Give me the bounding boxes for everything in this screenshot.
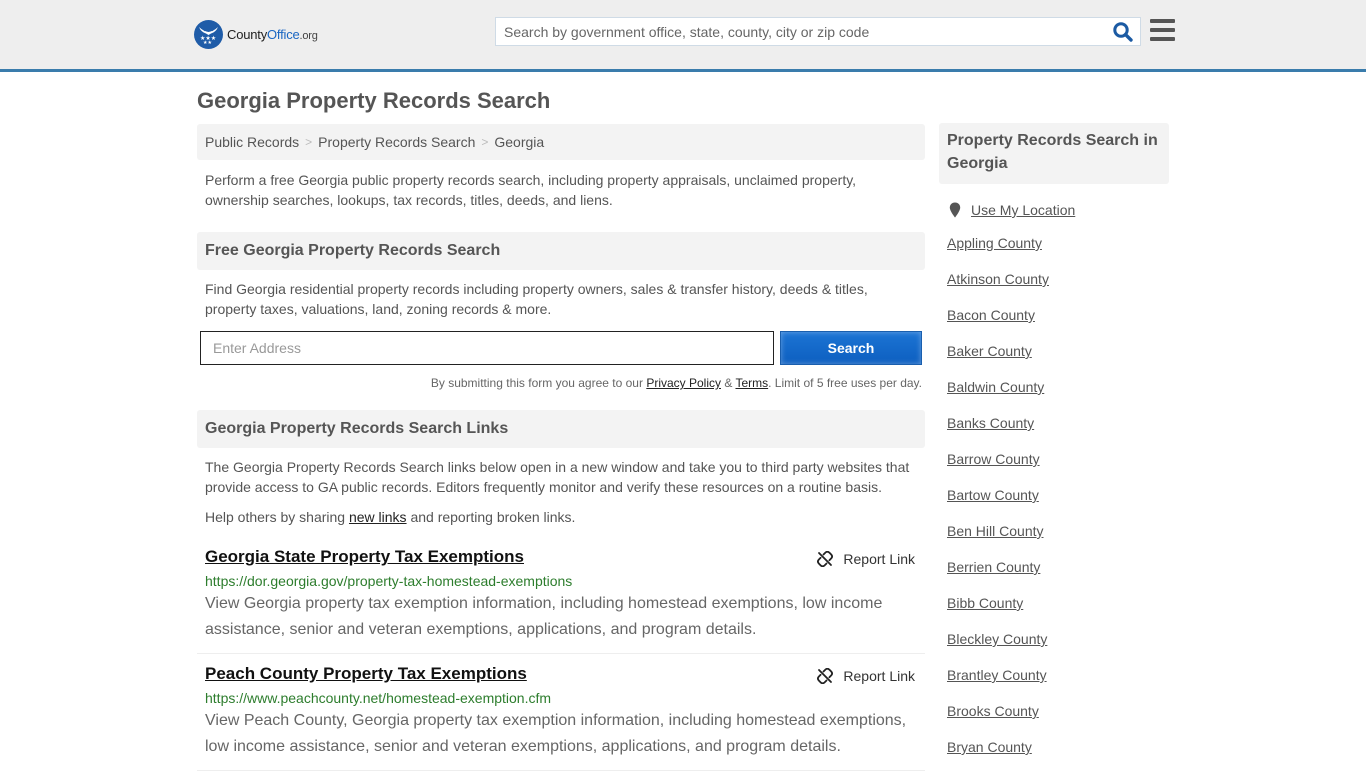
breadcrumb-separator: >	[305, 135, 313, 149]
new-links-link[interactable]: new links	[349, 509, 407, 525]
resource-link-description: View Peach County, Georgia property tax …	[205, 712, 907, 755]
list-item: Baldwin County	[947, 379, 1169, 415]
site-search-input[interactable]	[496, 18, 1106, 45]
report-link-button[interactable]: Report Link	[817, 551, 915, 567]
resource-link-url[interactable]: https://www.peachcounty.net/homestead-ex…	[205, 690, 917, 706]
county-link[interactable]: Brooks County	[947, 703, 1039, 719]
resource-link-title[interactable]: Georgia State Property Tax Exemptions	[205, 547, 524, 567]
map-pin-icon	[949, 202, 961, 218]
logo-eagle-icon: ★★★ ★★	[194, 20, 223, 49]
page-title: Georgia Property Records Search	[197, 88, 551, 113]
county-link[interactable]: Bibb County	[947, 595, 1023, 611]
county-link[interactable]: Bartow County	[947, 487, 1039, 503]
logo-link[interactable]: ★★★ ★★ CountyOffice.org	[194, 20, 318, 49]
help-text: Help others by sharing new links and rep…	[205, 509, 576, 525]
resource-link-card: Georgia State Property Tax Exemptions Re…	[197, 547, 925, 654]
county-link[interactable]: Appling County	[947, 235, 1042, 251]
site-header: ★★★ ★★ CountyOffice.org	[0, 0, 1366, 72]
broken-link-icon	[817, 551, 834, 567]
list-item: Banks County	[947, 415, 1169, 451]
main-content: Public Records > Property Records Search…	[197, 124, 925, 771]
report-link-button[interactable]: Report Link	[817, 668, 915, 684]
list-item: Bibb County	[947, 595, 1169, 631]
intro-text: Perform a free Georgia public property r…	[205, 172, 857, 208]
logo-wordmark: CountyOffice.org	[227, 27, 318, 42]
list-item: Bryan County	[947, 739, 1169, 775]
free-search-description: Find Georgia residential property record…	[205, 281, 868, 317]
use-location-row: Use My Location	[939, 202, 1169, 218]
site-search-bar	[495, 17, 1141, 46]
svg-text:★★: ★★	[203, 40, 212, 44]
county-link[interactable]: Bleckley County	[947, 631, 1047, 647]
sidebar-heading: Property Records Search in Georgia	[939, 123, 1169, 184]
address-search-form: Search	[197, 331, 925, 367]
county-link[interactable]: Bryan County	[947, 739, 1032, 755]
breadcrumb-georgia[interactable]: Georgia	[494, 134, 544, 150]
links-section-description: The Georgia Property Records Search link…	[205, 459, 910, 495]
resource-link-url[interactable]: https://dor.georgia.gov/property-tax-hom…	[205, 573, 917, 589]
resource-link-title[interactable]: Peach County Property Tax Exemptions	[205, 664, 527, 684]
breadcrumb-property-records-search[interactable]: Property Records Search	[318, 134, 475, 150]
form-disclaimer: By submitting this form you agree to our…	[430, 376, 922, 390]
county-link[interactable]: Berrien County	[947, 559, 1040, 575]
breadcrumb: Public Records > Property Records Search…	[197, 124, 925, 160]
county-link[interactable]: Baldwin County	[947, 379, 1044, 395]
resource-link-description: View Georgia property tax exemption info…	[205, 595, 883, 638]
county-link[interactable]: Barrow County	[947, 451, 1040, 467]
county-link[interactable]: Ben Hill County	[947, 523, 1044, 539]
county-link[interactable]: Brantley County	[947, 667, 1047, 683]
list-item: Ben Hill County	[947, 523, 1169, 559]
terms-link[interactable]: Terms	[735, 376, 768, 390]
privacy-policy-link[interactable]: Privacy Policy	[646, 376, 721, 390]
breadcrumb-public-records[interactable]: Public Records	[205, 134, 299, 150]
county-link[interactable]: Bacon County	[947, 307, 1035, 323]
address-input[interactable]	[200, 331, 774, 365]
list-item: Brantley County	[947, 667, 1169, 703]
links-section-heading: Georgia Property Records Search Links	[197, 410, 925, 448]
list-item: Bleckley County	[947, 631, 1169, 667]
hamburger-menu-icon[interactable]	[1150, 19, 1175, 43]
list-item: Berrien County	[947, 559, 1169, 595]
county-link[interactable]: Banks County	[947, 415, 1034, 431]
list-item: Bacon County	[947, 307, 1169, 343]
sidebar: Property Records Search in Georgia Use M…	[939, 123, 1169, 775]
list-item: Brooks County	[947, 703, 1169, 739]
list-item: Baker County	[947, 343, 1169, 379]
county-link[interactable]: Atkinson County	[947, 271, 1049, 287]
breadcrumb-separator: >	[481, 135, 489, 149]
list-item: Barrow County	[947, 451, 1169, 487]
county-link[interactable]: Baker County	[947, 343, 1032, 359]
address-search-button[interactable]: Search	[780, 331, 922, 365]
county-list: Appling County Atkinson County Bacon Cou…	[939, 235, 1169, 775]
search-icon[interactable]	[1112, 21, 1134, 43]
use-my-location-link[interactable]: Use My Location	[971, 202, 1075, 218]
list-item: Atkinson County	[947, 271, 1169, 307]
free-search-heading: Free Georgia Property Records Search	[197, 232, 925, 270]
list-item: Appling County	[947, 235, 1169, 271]
resource-link-card: Peach County Property Tax Exemptions Rep…	[197, 664, 925, 771]
broken-link-icon	[817, 668, 834, 684]
list-item: Bartow County	[947, 487, 1169, 523]
